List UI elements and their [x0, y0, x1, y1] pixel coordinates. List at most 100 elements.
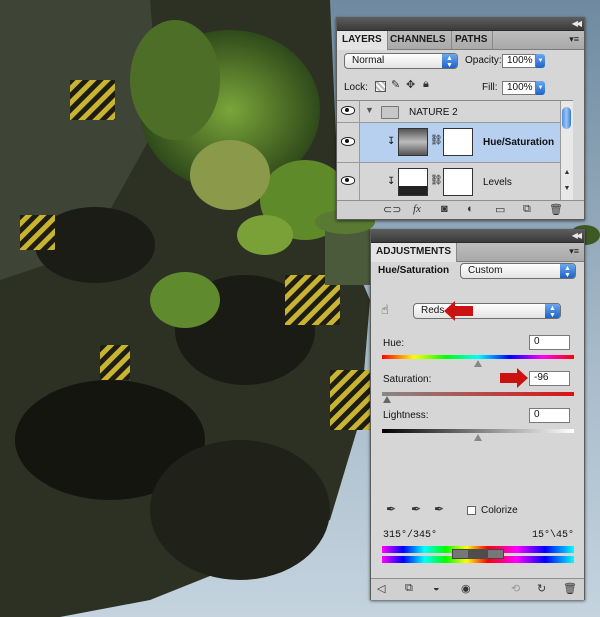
- fill-label: Fill:: [482, 82, 498, 93]
- select-stepper-icon: ▲ ▼: [545, 304, 560, 319]
- back-arrow-icon[interactable]: ◁: [377, 582, 385, 595]
- layer-mask-thumbnail[interactable]: [443, 168, 473, 196]
- select-stepper-icon: ▲ ▼: [560, 264, 575, 279]
- layer-name[interactable]: NATURE 2: [409, 107, 458, 118]
- visibility-toggle[interactable]: [337, 163, 360, 201]
- eye-icon: [341, 176, 355, 185]
- tab-paths[interactable]: PATHS: [450, 31, 494, 49]
- hue-saturation-adjustment-icon[interactable]: [398, 128, 428, 156]
- layer-list: ▼ NATURE 2 ↧ ⛓︎ Hue/Saturation ↧ ⛓︎ Leve…: [337, 100, 573, 202]
- select-stepper-icon: ▲ ▼: [442, 54, 457, 69]
- layer-name[interactable]: Hue/Saturation: [483, 137, 554, 148]
- visibility-toggle[interactable]: [337, 123, 360, 162]
- layer-mask-thumbnail[interactable]: [443, 128, 473, 156]
- hue-slider-track[interactable]: [382, 355, 574, 359]
- annotation-arrow-right: [500, 368, 528, 388]
- collapse-icon[interactable]: ◀◀: [572, 19, 582, 28]
- mask-icon[interactable]: ◙: [441, 203, 448, 215]
- preset-value: Custom: [468, 265, 503, 276]
- lock-all-icon[interactable]: 🔒︎: [423, 78, 429, 91]
- clip-arrow-icon: ↧: [387, 136, 396, 147]
- range-right-label: 15°\45°: [532, 530, 575, 541]
- adjustment-icon[interactable]: ◐: [467, 203, 474, 215]
- blend-mode-select[interactable]: Normal ▲ ▼: [344, 53, 458, 69]
- panel-menu-icon[interactable]: ▾≡: [569, 34, 579, 45]
- chain-link-icon: ⛓︎: [430, 135, 443, 146]
- saturation-slider-knob[interactable]: [383, 396, 391, 403]
- clip-arrow-icon: ↧: [387, 176, 396, 187]
- hue-field[interactable]: 0: [529, 335, 570, 350]
- adjustment-title: Hue/Saturation: [378, 265, 450, 276]
- lock-label: Lock:: [344, 82, 368, 93]
- visibility-icon[interactable]: ◉: [461, 582, 471, 595]
- lock-move-icon[interactable]: ✥: [406, 78, 415, 91]
- folder-icon: [381, 106, 399, 119]
- saturation-field[interactable]: -96: [529, 371, 570, 386]
- panel-titlebar[interactable]: ◀◀: [371, 230, 584, 243]
- channel-value: Reds: [421, 305, 445, 316]
- layers-bottom-bar: ⊂⊃ fx ◙ ◐ ▭ ⧉ 🗑︎: [337, 200, 584, 219]
- trash-icon[interactable]: 🗑︎: [549, 203, 563, 216]
- expand-view-icon[interactable]: ⧉: [405, 582, 413, 595]
- eyedropper-plus-icon[interactable]: ✒: [411, 502, 421, 516]
- scroll-thumb[interactable]: [562, 107, 571, 129]
- trash-icon[interactable]: 🗑︎: [563, 582, 577, 595]
- blend-mode-value: Normal: [352, 55, 385, 66]
- layers-scrollbar[interactable]: ▲ ▼: [560, 101, 573, 202]
- adjustments-bottom-bar: ◁ ⧉ ◒ ◉ ⟲ ↻ 🗑︎: [371, 578, 584, 600]
- saturation-label: Saturation:: [383, 374, 432, 385]
- reset-icon[interactable]: ↻: [537, 582, 546, 595]
- tab-adjustments[interactable]: ADJUSTMENTS: [371, 243, 458, 262]
- tab-channels[interactable]: CHANNELS: [385, 31, 452, 49]
- lightness-label: Lightness:: [383, 410, 429, 421]
- tab-layers[interactable]: LAYERS: [337, 31, 388, 50]
- eyedropper-minus-icon[interactable]: ✒: [434, 502, 444, 516]
- annotation-arrow-left: [444, 301, 473, 321]
- layer-row-group[interactable]: ▼ NATURE 2: [337, 101, 563, 123]
- hue-slider-knob[interactable]: [474, 360, 482, 367]
- layers-tab-row: LAYERS CHANNELS PATHS ▾≡: [337, 31, 584, 50]
- saturation-slider-track[interactable]: [382, 392, 574, 396]
- group-expand-icon[interactable]: ▼: [365, 105, 374, 115]
- lightness-slider-track[interactable]: [382, 429, 574, 433]
- lightness-field[interactable]: 0: [529, 408, 570, 423]
- lock-transparent-icon[interactable]: [375, 81, 386, 92]
- opacity-label: Opacity:: [465, 55, 502, 66]
- eye-icon: [341, 106, 355, 115]
- hue-label: Hue:: [383, 338, 405, 349]
- collapse-icon[interactable]: ◀◀: [572, 231, 582, 240]
- opacity-dropdown-icon[interactable]: ▼: [536, 54, 545, 68]
- preset-select[interactable]: Custom ▲ ▼: [460, 263, 576, 279]
- range-left-label: 315°/345°: [383, 530, 438, 541]
- layer-name[interactable]: Levels: [483, 177, 512, 188]
- chain-link-icon: ⛓︎: [430, 175, 443, 186]
- adjustments-tab-row: ADJUSTMENTS ▾≡: [371, 243, 584, 262]
- on-image-adjust-icon[interactable]: ☝︎: [381, 302, 389, 318]
- eye-icon: [341, 137, 355, 146]
- colorize-label[interactable]: Colorize: [481, 505, 518, 516]
- opacity-field[interactable]: 100%: [502, 54, 536, 68]
- panel-menu-icon[interactable]: ▾≡: [569, 246, 579, 257]
- channel-select[interactable]: Reds ▲ ▼: [413, 303, 561, 319]
- visibility-toggle[interactable]: [337, 101, 360, 122]
- layers-panel: ◀◀ LAYERS CHANNELS PATHS ▾≡ Normal ▲ ▼ Op…: [336, 17, 585, 220]
- scroll-down-icon[interactable]: ▼: [562, 185, 572, 195]
- fill-field[interactable]: 100%: [502, 81, 536, 95]
- levels-adjustment-icon[interactable]: [398, 168, 428, 196]
- range-selector-center[interactable]: [468, 549, 488, 559]
- layer-row[interactable]: ↧ ⛓︎ Levels: [337, 163, 563, 202]
- folder-icon[interactable]: ▭: [495, 203, 505, 216]
- panel-titlebar[interactable]: ◀◀: [337, 18, 584, 31]
- new-layer-icon[interactable]: ⧉: [523, 203, 531, 216]
- lightness-slider-knob[interactable]: [474, 434, 482, 441]
- link-icon[interactable]: ⊂⊃: [383, 203, 401, 216]
- lock-brush-icon[interactable]: ✎: [391, 78, 400, 91]
- clip-to-layer-icon[interactable]: ◒: [433, 582, 440, 594]
- colorize-checkbox[interactable]: [467, 506, 476, 515]
- fx-icon[interactable]: fx: [413, 203, 421, 215]
- layer-row-selected[interactable]: ↧ ⛓︎ Hue/Saturation: [337, 123, 563, 163]
- previous-state-icon[interactable]: ⟲: [511, 582, 520, 595]
- eyedropper-icon[interactable]: ✒: [386, 502, 396, 516]
- fill-dropdown-icon[interactable]: ▼: [536, 81, 545, 95]
- scroll-up-icon[interactable]: ▲: [562, 169, 572, 179]
